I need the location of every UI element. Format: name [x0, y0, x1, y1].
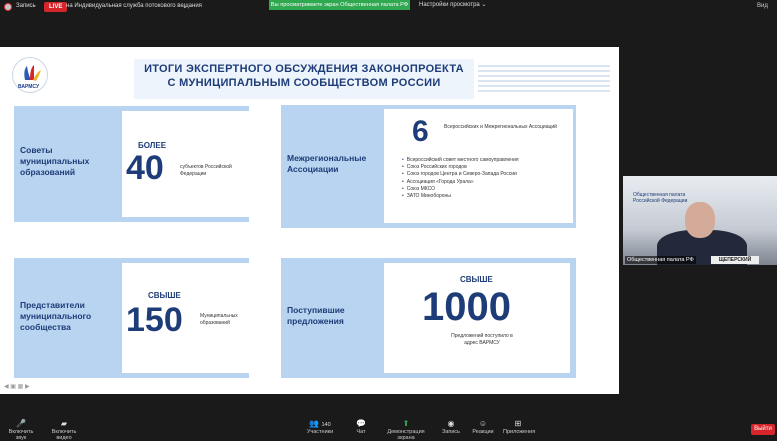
- card-number: 40: [126, 149, 164, 187]
- card-note: Предложений поступило в адрес ВАРМСУ: [451, 333, 513, 346]
- video-off-icon: ▰: [60, 419, 68, 428]
- decorative-stripes: [478, 65, 610, 95]
- card-label: Представители муниципального сообщества: [20, 300, 92, 332]
- record-icon: [4, 3, 12, 11]
- card-note: Всероссийских и Межрегиональных Ассоциац…: [444, 124, 557, 130]
- card-associations: Межрегиональные Ассоциации 6 Всероссийск…: [281, 105, 576, 228]
- participants-button[interactable]: 👥 140 Участники: [305, 419, 335, 435]
- card-label: Поступившие предложения: [287, 305, 345, 326]
- reactions-icon: ☺: [478, 419, 488, 428]
- card-inner: СВЫШЕ 1000 Предложений поступило в адрес…: [384, 263, 570, 373]
- card-inner: СВЫШЕ 150 Муниципальных образований: [122, 263, 249, 373]
- slide-title: ИТОГИ ЭКСПЕРТНОГО ОБСУЖДЕНИЯ ЗАКОНОПРОЕК…: [134, 59, 474, 99]
- list-item: Союз Российских городов: [402, 164, 572, 171]
- card-inner: 6 Всероссийских и Межрегиональных Ассоци…: [384, 109, 573, 223]
- share-screen-button[interactable]: ⬆ Демонстрация экрана: [380, 419, 432, 441]
- card-note: субъектов Российской Федерации: [180, 164, 232, 177]
- apps-button[interactable]: ⊞ Приложения: [503, 419, 535, 435]
- live-button[interactable]: LIVE: [44, 2, 68, 12]
- meeting-toolbar: 🎤 Включить звук ▰ Включить видео 👥 140 У…: [0, 417, 777, 441]
- reactions-button[interactable]: ☺ Реакции: [471, 419, 495, 435]
- chevron-down-icon[interactable]: ⌄: [182, 2, 188, 10]
- speaker-head: [685, 202, 715, 238]
- card-representatives: Представители муниципального сообщества …: [14, 258, 249, 378]
- participant-video-tile[interactable]: Общественная палата Российской Федерации…: [623, 176, 777, 265]
- list-item: Ассоциация «Города Урала»: [402, 179, 572, 186]
- card-number: 1000: [422, 285, 511, 329]
- card-kicker: СВЫШЕ: [460, 275, 493, 284]
- card-label: Советы муниципальных образований: [20, 145, 90, 177]
- top-bar: Запись LIVE на Индивидуальная служба пот…: [0, 0, 777, 14]
- record-button[interactable]: ◉ Запись: [440, 419, 462, 435]
- mic-off-icon: 🎤: [16, 419, 26, 428]
- nameplate: ЩЕПЕРСКИЙ: [711, 256, 759, 264]
- participants-count: 140: [321, 422, 331, 428]
- title-line-2: С МУНИЦИПАЛЬНЫМ СООБЩЕСТВОМ РОССИИ: [167, 77, 441, 89]
- card-number: 150: [126, 301, 183, 339]
- card-councils: Советы муниципальных образований БОЛЕЕ 4…: [14, 106, 249, 222]
- view-button[interactable]: Вид: [757, 3, 768, 9]
- participants-icon: 👥 140: [309, 419, 331, 428]
- card-proposals: Поступившие предложения СВЫШЕ 1000 Предл…: [281, 258, 576, 378]
- share-screen-icon: ⬆: [402, 419, 410, 428]
- record-label[interactable]: Запись: [16, 3, 36, 9]
- logo-text: ВАРМСУ: [18, 84, 40, 90]
- chat-button[interactable]: 💬 Чат: [351, 419, 371, 435]
- unmute-button[interactable]: 🎤 Включить звук: [4, 419, 38, 441]
- view-options-button[interactable]: Настройки просмотра ⌄: [419, 1, 486, 8]
- record-icon: ◉: [447, 419, 455, 428]
- card-label: Межрегиональные Ассоциации: [287, 153, 367, 174]
- card-number: 6: [412, 115, 429, 148]
- apps-icon: ⊞: [514, 419, 522, 428]
- slide-controls[interactable]: ◀ ▣ ▦ ▶: [4, 383, 30, 390]
- card-note: Муниципальных образований: [200, 313, 238, 326]
- list-item: Союз городов Центра и Северо-Запада Росс…: [402, 171, 572, 178]
- list-item: ЗАТО Минобороны: [402, 193, 572, 200]
- share-banner: Вы просматриваете экран Общественная пал…: [269, 0, 410, 10]
- participant-name: Общественная палата РФ: [625, 256, 696, 264]
- card-kicker: СВЫШЕ: [148, 291, 181, 300]
- leave-button[interactable]: Выйти: [751, 424, 775, 435]
- shared-slide: ВАРМСУ ИТОГИ ЭКСПЕРТНОГО ОБСУЖДЕНИЯ ЗАКО…: [0, 47, 619, 394]
- card-inner: БОЛЕЕ 40 субъектов Российской Федерации: [122, 111, 249, 217]
- chat-icon: 💬: [356, 419, 366, 428]
- start-video-button[interactable]: ▰ Включить видео: [44, 419, 84, 441]
- list-item: Союз МКСО: [402, 186, 572, 193]
- associations-list: Всероссийский совет местного самоуправле…: [402, 157, 572, 200]
- title-line-1: ИТОГИ ЭКСПЕРТНОГО ОБСУЖДЕНИЯ ЗАКОНОПРОЕК…: [144, 63, 464, 75]
